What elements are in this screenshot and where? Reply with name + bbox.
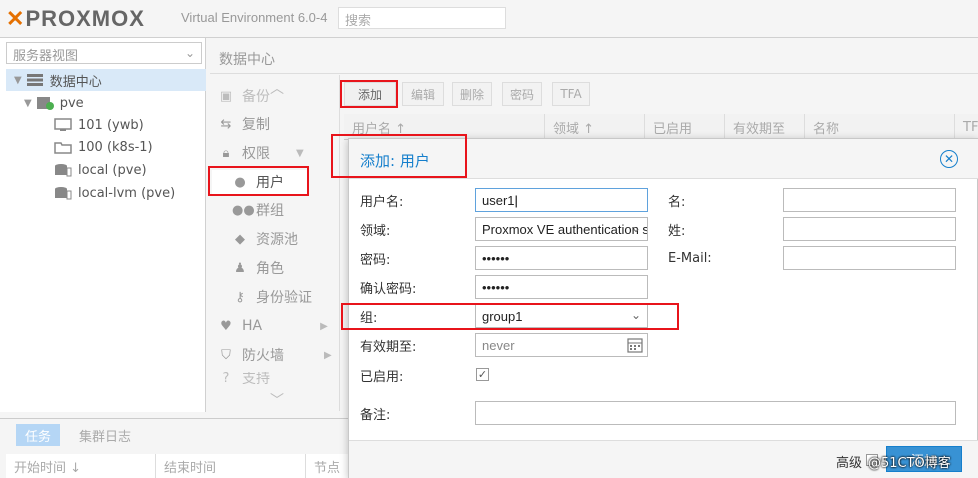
tree-item-label: local-lvm (pve) — [78, 185, 176, 201]
edit-button[interactable]: 编辑 — [402, 82, 444, 106]
calendar-icon[interactable] — [627, 337, 643, 353]
container-icon — [54, 142, 72, 154]
proxmox-logo: ✕PROXMOX — [6, 6, 145, 31]
shield-icon: ⛉ — [221, 347, 231, 363]
column-enabled[interactable]: 已启用 — [644, 114, 724, 140]
nav-item-groups[interactable]: ●● 群组 — [232, 198, 284, 222]
chevron-down-icon: ⌄ — [184, 46, 195, 60]
scroll-up-icon[interactable]: ︿ — [270, 78, 284, 98]
tree-item-label: 数据中心 — [49, 74, 102, 90]
lastname-input[interactable] — [783, 217, 956, 241]
column-node[interactable]: 节点 — [306, 454, 350, 478]
tree-item-label: local (pve) — [78, 162, 147, 178]
storage-icon — [55, 187, 72, 200]
expire-label: 有效期至: — [360, 339, 417, 355]
tree-item-container-100[interactable]: 100 (k8s-1) — [54, 136, 153, 158]
tfa-button[interactable]: TFA — [552, 82, 590, 106]
firstname-label: 名: — [668, 194, 686, 210]
expire-input[interactable]: never — [475, 333, 648, 357]
tree-item-storage-local[interactable]: local (pve) — [54, 159, 147, 181]
search-input[interactable]: 搜索 — [338, 7, 506, 29]
email-label: E-Mail: — [668, 250, 712, 266]
column-end-time[interactable]: 结束时间 — [156, 454, 306, 478]
column-tfa[interactable]: TF — [954, 114, 978, 140]
comment-input[interactable] — [475, 401, 956, 425]
column-name[interactable]: 名称 — [804, 114, 954, 140]
scroll-down-icon[interactable]: ﹀ — [270, 390, 284, 410]
tag-icon: ◆ — [235, 231, 245, 247]
nav-item-roles[interactable]: ♟ 角色 — [232, 256, 284, 280]
delete-button[interactable]: 删除 — [452, 82, 492, 106]
version-label: Virtual Environment 6.0-4 — [181, 10, 328, 25]
content-header — [210, 38, 978, 74]
watermark: @51CTO博客 — [868, 456, 951, 471]
realm-label: 领域: — [360, 223, 391, 239]
support-icon: ? — [222, 372, 230, 384]
tab-tasks[interactable]: 任务 — [16, 424, 60, 446]
confirm-password-label: 确认密码: — [360, 281, 417, 297]
nav-item-support[interactable]: ? 支持 — [218, 372, 270, 384]
role-icon: ♟ — [234, 260, 246, 276]
lastname-label: 姓: — [668, 223, 686, 239]
tree-item-label: pve — [59, 95, 84, 111]
highlight-dialog-title — [331, 134, 467, 178]
advanced-label: 高级 — [836, 456, 863, 471]
enabled-checkbox[interactable]: ✓ — [476, 368, 489, 381]
backup-icon: ▣ — [219, 88, 233, 104]
nav-item-backup[interactable]: ▣ 备份 — [218, 84, 270, 108]
nav-item-auth[interactable]: ⚷ 身份验证 — [232, 285, 312, 309]
column-expire[interactable]: 有效期至 — [724, 114, 804, 140]
username-input[interactable]: user1 | — [475, 188, 648, 212]
nav-item-replication[interactable]: ⇆ 复制 — [218, 112, 270, 136]
firstname-input[interactable] — [783, 188, 956, 212]
tab-cluster-log[interactable]: 集群日志 — [70, 424, 140, 446]
group-icon: ●● — [232, 202, 255, 218]
nav-item-pools[interactable]: ◆ 资源池 — [232, 227, 298, 251]
highlight-add-button — [340, 80, 398, 108]
replication-icon: ⇆ — [220, 116, 232, 132]
password-button[interactable]: 密码 — [502, 82, 542, 106]
key-icon: ⚷ — [235, 289, 245, 305]
node-icon — [36, 97, 54, 110]
close-icon[interactable]: ✕ — [940, 150, 958, 168]
column-start-time[interactable]: 开始时间 ↓ — [6, 454, 156, 478]
enabled-label: 已启用: — [360, 369, 404, 385]
nav-item-permissions[interactable]: 🔒︎ 权限 ▼ — [218, 141, 304, 165]
tree-item-storage-local-lvm[interactable]: local-lvm (pve) — [54, 182, 175, 204]
storage-icon — [55, 164, 72, 177]
confirm-password-input[interactable]: •••••• — [475, 275, 648, 299]
chevron-down-icon: ⌄ — [630, 221, 641, 235]
tree-item-label: 101 (ywb) — [78, 117, 144, 133]
comment-label: 备注: — [360, 407, 391, 423]
tree-item-datacenter[interactable]: ▼ 数据中心 — [6, 69, 206, 91]
lock-icon: 🔒︎ — [222, 145, 230, 161]
password-label: 密码: — [360, 252, 391, 268]
column-realm[interactable]: 领域 ↑ — [544, 114, 644, 140]
page-title: 数据中心 — [219, 52, 275, 68]
password-input[interactable]: •••••• — [475, 246, 648, 270]
heartbeat-icon: ♥ — [220, 318, 232, 334]
highlight-group-field — [341, 303, 679, 330]
username-label: 用户名: — [360, 194, 404, 210]
datacenter-icon — [26, 74, 43, 86]
highlight-users-nav — [208, 166, 309, 196]
tree-item-label: 100 (k8s-1) — [78, 139, 153, 155]
view-selector[interactable]: 服务器视图 ⌄ — [6, 42, 202, 64]
tree-item-pve[interactable]: ▼ pve — [24, 92, 84, 114]
nav-item-firewall[interactable]: ⛉ 防火墙 ▶ — [218, 343, 332, 367]
nav-item-ha[interactable]: ♥ HA ▶ — [218, 314, 328, 338]
email-input[interactable] — [783, 246, 956, 270]
realm-select[interactable]: Proxmox VE authentication server⌄ — [475, 217, 648, 241]
tree-item-vm-101[interactable]: 101 (ywb) — [54, 114, 144, 136]
vm-icon — [54, 118, 72, 131]
